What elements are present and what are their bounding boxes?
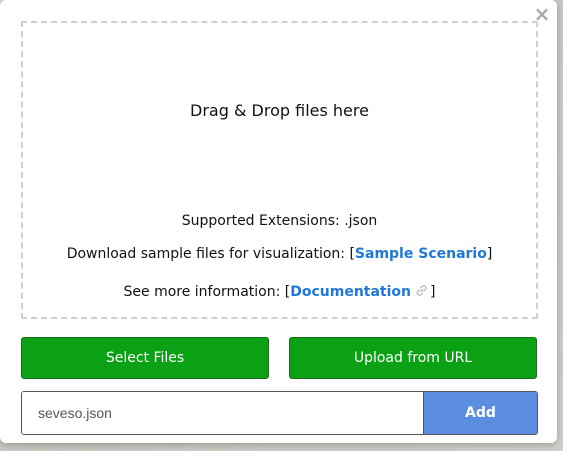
upload-from-url-button[interactable]: Upload from URL <box>289 337 537 379</box>
info-suffix: ] <box>430 284 436 300</box>
supported-extensions-text: Supported Extensions: .json <box>181 213 378 229</box>
more-info-line: See more information: [Documentation ] <box>23 284 536 300</box>
sample-download-line: Download sample files for visualization:… <box>23 246 536 262</box>
link-icon <box>415 284 428 300</box>
url-input[interactable] <box>22 392 423 434</box>
sample-suffix: ] <box>486 246 493 262</box>
url-input-group: Add <box>21 391 538 435</box>
file-dropzone[interactable]: Drag & Drop files here Supported Extensi… <box>21 21 538 319</box>
info-prefix: See more information: [ <box>123 284 291 300</box>
documentation-link[interactable]: Documentation <box>290 284 411 300</box>
select-files-button[interactable]: Select Files <box>21 337 269 379</box>
dropzone-title: Drag & Drop files here <box>190 101 369 120</box>
sample-scenario-link[interactable]: Sample Scenario <box>355 246 487 262</box>
sample-prefix: Download sample files for visualization:… <box>66 246 355 262</box>
add-button[interactable]: Add <box>423 392 537 434</box>
upload-dialog: × Drag & Drop files here Supported Exten… <box>0 0 557 443</box>
